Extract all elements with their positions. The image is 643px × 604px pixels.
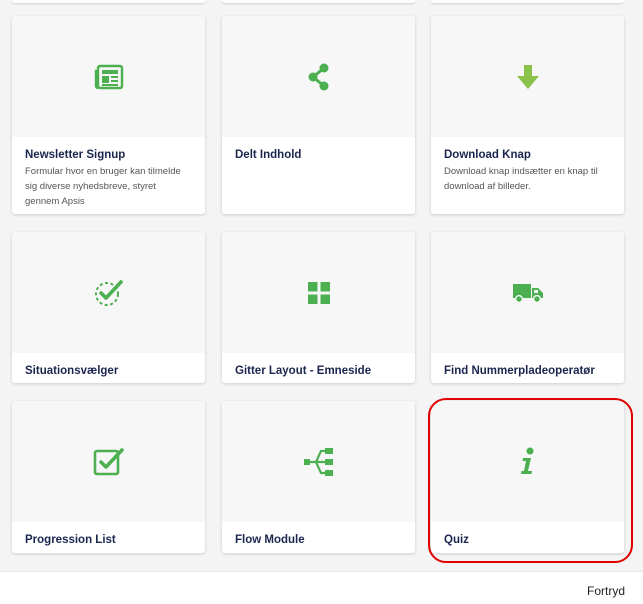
card-thumbnail bbox=[431, 232, 624, 353]
card-title: Newsletter Signup bbox=[25, 149, 126, 161]
card-above-1[interactable] bbox=[12, 0, 205, 3]
truck-icon bbox=[512, 282, 544, 304]
card-thumbnail bbox=[222, 401, 415, 522]
download-arrow-icon bbox=[515, 63, 541, 91]
module-card-find-nummerpladeoperator[interactable]: Find Nummerpladeoperatør bbox=[431, 232, 624, 383]
card-description: Formular hvor en bruger kan tilmelde sig… bbox=[25, 166, 181, 207]
card-title: Gitter Layout - Emneside bbox=[235, 365, 372, 377]
card-thumbnail bbox=[431, 16, 624, 137]
module-card-situationsvaelger[interactable]: Situationsvælger bbox=[12, 232, 205, 383]
module-card-gitter-layout[interactable]: Gitter Layout - Emneside bbox=[222, 232, 415, 383]
newspaper-icon bbox=[94, 64, 124, 90]
card-title: Flow Module bbox=[235, 534, 305, 546]
card-title: Progression List bbox=[25, 534, 116, 546]
module-card-flow-module[interactable]: Flow Module bbox=[222, 401, 415, 553]
card-title: Find Nummerpladeoperatør bbox=[444, 365, 595, 377]
card-title: Situationsvælger bbox=[25, 365, 119, 377]
checkbox-icon bbox=[93, 447, 125, 477]
card-thumbnail bbox=[431, 401, 624, 522]
card-description: Download knap indsætter en knap til down… bbox=[444, 166, 598, 192]
grid-icon bbox=[307, 281, 331, 305]
flow-tree-icon bbox=[303, 447, 335, 477]
dialog-footer: Fortryd bbox=[0, 571, 643, 604]
card-above-2[interactable] bbox=[222, 0, 415, 3]
module-card-quiz[interactable]: Quiz bbox=[431, 401, 624, 553]
module-card-download-knap[interactable]: Download Knap Download knap indsætter en… bbox=[431, 16, 624, 214]
dashed-check-circle-icon bbox=[93, 278, 125, 308]
card-thumbnail bbox=[12, 16, 205, 137]
module-card-progression-list[interactable]: Progression List bbox=[12, 401, 205, 553]
card-title: Quiz bbox=[444, 534, 469, 546]
module-card-newsletter-signup[interactable]: Newsletter Signup Formular hvor en bruge… bbox=[12, 16, 205, 214]
module-card-delt-indhold[interactable]: Delt Indhold bbox=[222, 16, 415, 214]
card-title: Download Knap bbox=[444, 149, 531, 161]
card-title: Delt Indhold bbox=[235, 149, 302, 161]
card-above-3[interactable] bbox=[431, 0, 624, 3]
card-thumbnail bbox=[222, 232, 415, 353]
info-icon bbox=[518, 447, 538, 477]
share-icon bbox=[307, 62, 331, 92]
cancel-button[interactable]: Fortryd bbox=[587, 584, 625, 598]
card-thumbnail bbox=[12, 232, 205, 353]
card-thumbnail bbox=[12, 401, 205, 522]
card-thumbnail bbox=[222, 16, 415, 137]
